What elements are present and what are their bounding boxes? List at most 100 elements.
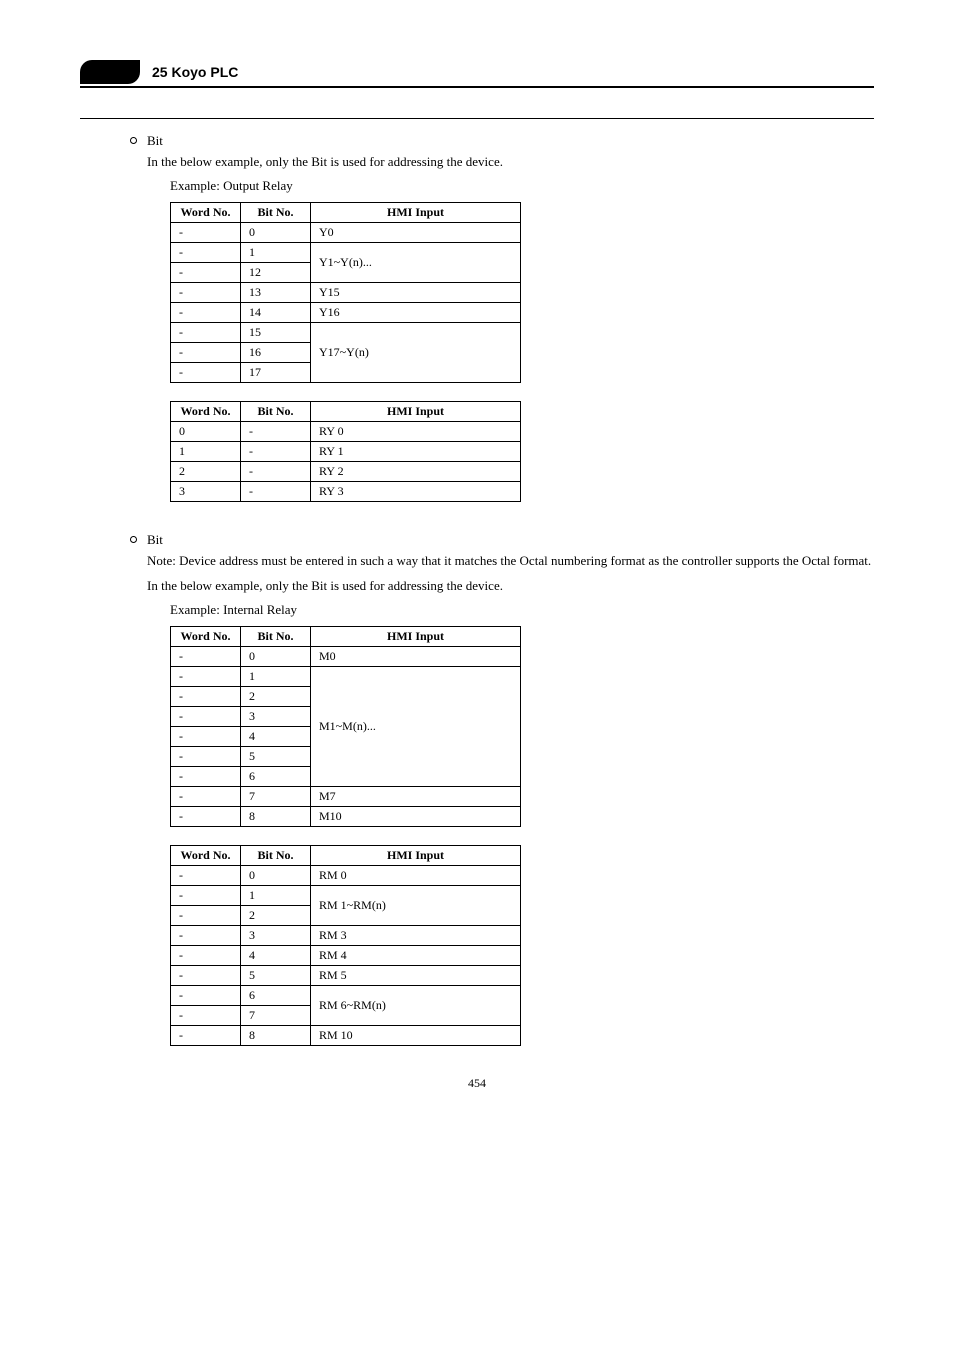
table-cell: - [171, 646, 241, 666]
table-cell: RY 2 [311, 461, 521, 481]
table-cell: 1 [241, 885, 311, 905]
table-cell: 7 [241, 1005, 311, 1025]
table-output-relay: Word No. Bit No. HMI Input - 0 Y0 - 1 Y1… [170, 202, 521, 383]
table-cell: 0 [241, 222, 311, 242]
table-row: - 7 M7 [171, 786, 521, 806]
table-header-row: Word No. Bit No. HMI Input [171, 626, 521, 646]
table-cell: RM 4 [311, 945, 521, 965]
table-cell: RM 3 [311, 925, 521, 945]
table-header: Bit No. [241, 202, 311, 222]
table-cell: 0 [241, 646, 311, 666]
table-header: Word No. [171, 626, 241, 646]
table-header: HMI Input [311, 626, 521, 646]
table-cell: RM 0 [311, 865, 521, 885]
example-label: Example: Internal Relay [170, 602, 874, 618]
table-cell: Y15 [311, 282, 521, 302]
table-cell: M7 [311, 786, 521, 806]
page-header: 25 Koyo PLC [80, 60, 874, 88]
table-cell: - [171, 1025, 241, 1045]
table-row: - 0 RM 0 [171, 865, 521, 885]
table-row: - 4 RM 4 [171, 945, 521, 965]
bullet-label: Bit [147, 133, 874, 149]
table-row: - 3 RM 3 [171, 925, 521, 945]
table-row: - 8 RM 10 [171, 1025, 521, 1045]
table-row: - 0 M0 [171, 646, 521, 666]
table-cell: - [171, 985, 241, 1005]
table-cell: - [171, 686, 241, 706]
table-cell: Y0 [311, 222, 521, 242]
section-description: In the below example, only the Bit is us… [147, 577, 874, 596]
table-header-row: Word No. Bit No. HMI Input [171, 401, 521, 421]
table-cell: - [171, 706, 241, 726]
table-cell: - [171, 885, 241, 905]
header-badge-shape [80, 60, 140, 84]
table-cell: 13 [241, 282, 311, 302]
table-header: Word No. [171, 401, 241, 421]
table-cell: M1~M(n)... [311, 666, 521, 786]
table-row: - 8 M10 [171, 806, 521, 826]
table-row: - 14 Y16 [171, 302, 521, 322]
table-row: - 15 Y17~Y(n) [171, 322, 521, 342]
table-header: HMI Input [311, 845, 521, 865]
horizontal-rule [80, 118, 874, 119]
table-cell: 1 [171, 441, 241, 461]
table-row: - 5 RM 5 [171, 965, 521, 985]
table-cell: - [241, 461, 311, 481]
table-row: 1 - RY 1 [171, 441, 521, 461]
table-cell: 16 [241, 342, 311, 362]
table-cell: - [171, 242, 241, 262]
table-header-row: Word No. Bit No. HMI Input [171, 202, 521, 222]
table-cell: - [171, 262, 241, 282]
bullet-label: Bit [147, 532, 874, 548]
example-label: Example: Output Relay [170, 178, 874, 194]
table-cell: RM 5 [311, 965, 521, 985]
table-cell: 3 [171, 481, 241, 501]
table-cell: - [171, 905, 241, 925]
table-cell: 12 [241, 262, 311, 282]
table-internal-relay-reg: Word No. Bit No. HMI Input - 0 RM 0 - 1 … [170, 845, 521, 1046]
table-row: - 1 Y1~Y(n)... [171, 242, 521, 262]
table-cell: 8 [241, 1025, 311, 1045]
table-row: - 0 Y0 [171, 222, 521, 242]
table-cell: 0 [171, 421, 241, 441]
bullet-item: Bit [130, 133, 874, 149]
circle-bullet-icon [130, 137, 137, 144]
table-output-relay-reg: Word No. Bit No. HMI Input 0 - RY 0 1 - … [170, 401, 521, 502]
table-cell: 2 [241, 686, 311, 706]
table-cell: RM 6~RM(n) [311, 985, 521, 1025]
table-row: - 1 M1~M(n)... [171, 666, 521, 686]
table-header-row: Word No. Bit No. HMI Input [171, 845, 521, 865]
table-cell: - [171, 865, 241, 885]
table-cell: - [241, 421, 311, 441]
table-row: - 1 RM 1~RM(n) [171, 885, 521, 905]
table-cell: - [171, 726, 241, 746]
table-cell: RM 10 [311, 1025, 521, 1045]
table-cell: Y1~Y(n)... [311, 242, 521, 282]
table-row: 3 - RY 3 [171, 481, 521, 501]
table-cell: 4 [241, 945, 311, 965]
table-cell: - [171, 965, 241, 985]
table-row: 0 - RY 0 [171, 421, 521, 441]
page-number: 454 [80, 1076, 874, 1091]
table-cell: 5 [241, 746, 311, 766]
table-header: HMI Input [311, 401, 521, 421]
section-description: In the below example, only the Bit is us… [147, 153, 874, 172]
table-cell: 3 [241, 706, 311, 726]
table-header: Bit No. [241, 626, 311, 646]
table-cell: - [171, 786, 241, 806]
table-cell: - [241, 481, 311, 501]
table-cell: - [171, 222, 241, 242]
section-bit-internal: Bit Note: Device address must be entered… [80, 532, 874, 1046]
table-cell: - [171, 666, 241, 686]
table-internal-relay: Word No. Bit No. HMI Input - 0 M0 - 1 M1… [170, 626, 521, 827]
table-cell: - [171, 322, 241, 342]
table-cell: 1 [241, 666, 311, 686]
table-cell: 5 [241, 965, 311, 985]
table-cell: 1 [241, 242, 311, 262]
table-cell: RY 0 [311, 421, 521, 441]
table-cell: Y17~Y(n) [311, 322, 521, 382]
bullet-item: Bit [130, 532, 874, 548]
table-cell: RM 1~RM(n) [311, 885, 521, 925]
table-cell: 4 [241, 726, 311, 746]
table-cell: - [171, 766, 241, 786]
